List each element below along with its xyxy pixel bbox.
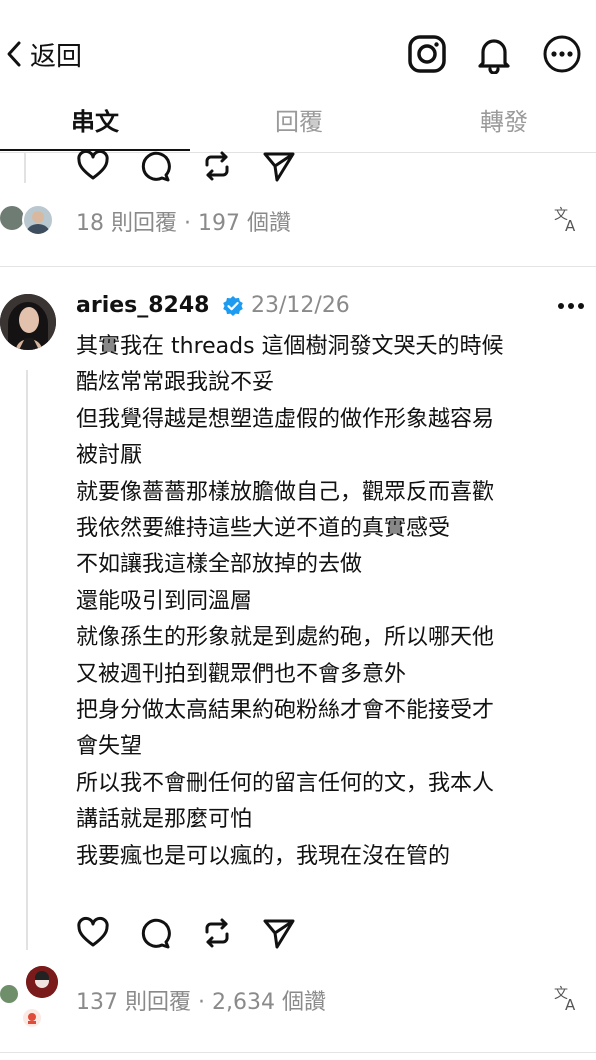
share-icon[interactable]: [262, 146, 324, 186]
post-line: 被討厭: [76, 443, 143, 469]
replier-avatar: [22, 204, 54, 236]
replier-avatar: [0, 206, 24, 230]
thread-line: [26, 370, 28, 950]
replier-avatar: [0, 985, 18, 1003]
post-line: 會失望: [76, 734, 143, 760]
tab-reposts[interactable]: 轉發: [480, 102, 528, 137]
previous-post-actions: [76, 146, 324, 186]
post-line: 還能吸引到同溫層: [76, 588, 253, 614]
repost-icon[interactable]: [200, 146, 262, 186]
post-line: 又被週刊拍到觀眾們也不會多意外: [76, 661, 407, 687]
svg-text:A: A: [565, 996, 576, 1012]
translate-icon[interactable]: 文 A: [553, 984, 581, 1012]
post-stats[interactable]: 137 則回覆 · 2,634 個讚: [76, 984, 326, 1016]
repost-icon[interactable]: [200, 913, 262, 953]
like-icon[interactable]: [76, 146, 138, 186]
post-line: 不如讓我這樣全部放掉的去做: [76, 552, 363, 578]
back-button[interactable]: 返回: [4, 34, 82, 74]
post-actions: [76, 913, 324, 953]
post-line: 講話就是那麼可怕: [76, 807, 253, 833]
comment-icon[interactable]: [138, 146, 200, 186]
thread-line: [24, 153, 26, 183]
post-line: 所以我不會刪任何的留言任何的文，我本人: [76, 770, 495, 796]
post-line: 我要瘋也是可以瘋的，我現在沒在管的: [76, 843, 451, 869]
post-line: 但我覺得越是想塑造虛假的做作形象越容易: [76, 406, 495, 432]
author-username[interactable]: aries_8248: [76, 293, 209, 318]
back-label: 返回: [30, 41, 83, 72]
post-more-icon[interactable]: [556, 294, 586, 318]
instagram-icon[interactable]: [407, 34, 447, 74]
svg-text:A: A: [565, 217, 576, 233]
post-line: 就要像薔薔那樣放膽做自己，觀眾反而喜歡: [76, 479, 495, 505]
post-line: 把身分做太高結果約砲粉絲才會不能接受才: [76, 698, 495, 724]
replier-avatar: [26, 966, 58, 998]
verified-badge-icon: [222, 295, 244, 317]
comment-icon[interactable]: [138, 913, 200, 953]
tab-replies[interactable]: 回覆: [275, 102, 323, 137]
post-divider: [0, 266, 596, 267]
post-date: 23/12/26: [251, 293, 350, 318]
author-avatar[interactable]: [0, 294, 56, 350]
post-line: 其實我在 threads 這個樹洞發文哭夭的時候: [76, 334, 504, 359]
share-icon[interactable]: [262, 913, 324, 953]
tab-bar: 串文 回覆 轉發: [0, 92, 596, 153]
tab-threads[interactable]: 串文: [71, 102, 119, 137]
like-icon[interactable]: [76, 913, 138, 953]
post-body: 其實我在 threads 這個樹洞發文哭夭的時候 酷炫常常跟我說不妥 但我覺得越…: [76, 329, 581, 875]
post-line: 我依然要維持這些大逆不道的真實感受: [76, 516, 451, 542]
more-icon[interactable]: [542, 34, 582, 74]
translate-icon[interactable]: 文 A: [553, 205, 581, 233]
post-line: 就像孫生的形象就是到處約砲，所以哪天他: [76, 625, 495, 651]
replier-avatar: [22, 1008, 42, 1028]
previous-post-stats[interactable]: 18 則回覆 · 197 個讚: [76, 205, 291, 237]
bell-icon[interactable]: [474, 34, 514, 74]
chevron-left-icon: [4, 39, 24, 69]
post-divider: [0, 1052, 596, 1053]
post-line: 酷炫常常跟我說不妥: [76, 370, 275, 396]
top-bar: 返回: [0, 0, 596, 92]
